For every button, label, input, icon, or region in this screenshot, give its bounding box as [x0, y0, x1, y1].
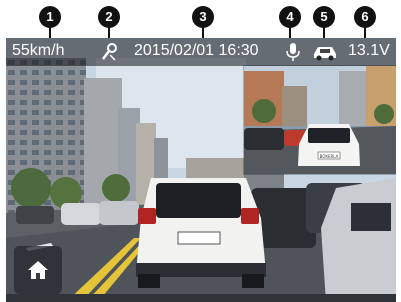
home-icon: [28, 261, 48, 279]
marker-4: 4: [279, 6, 301, 45]
rear-camera-pip[interactable]: BOXERLA: [244, 66, 396, 174]
car-icon: [311, 42, 339, 67]
voltage-readout: 13.1V: [348, 42, 390, 59]
marker-3: 3: [192, 6, 214, 45]
rear-plate-text: BOXERLA: [320, 154, 339, 159]
callout-markers: 1 2 3 4 5 6: [0, 0, 401, 45]
marker-1: 1: [39, 6, 61, 45]
rear-camera-view: BOXERLA: [244, 66, 396, 174]
marker-2: 2: [98, 6, 120, 45]
status-bar: 55km/h 2015/02/01 16:30 13.1V: [6, 38, 396, 66]
marker-5: 5: [313, 6, 335, 45]
microphone-icon: [286, 42, 300, 67]
datetime-readout: 2015/02/01 16:30: [134, 42, 259, 59]
gps-icon: [101, 42, 119, 67]
home-button[interactable]: [14, 246, 62, 294]
dashcam-screen: 55km/h 2015/02/01 16:30 13.1V BOXERLA: [6, 38, 396, 302]
marker-6: 6: [354, 6, 376, 45]
speed-readout: 55km/h: [12, 42, 65, 59]
